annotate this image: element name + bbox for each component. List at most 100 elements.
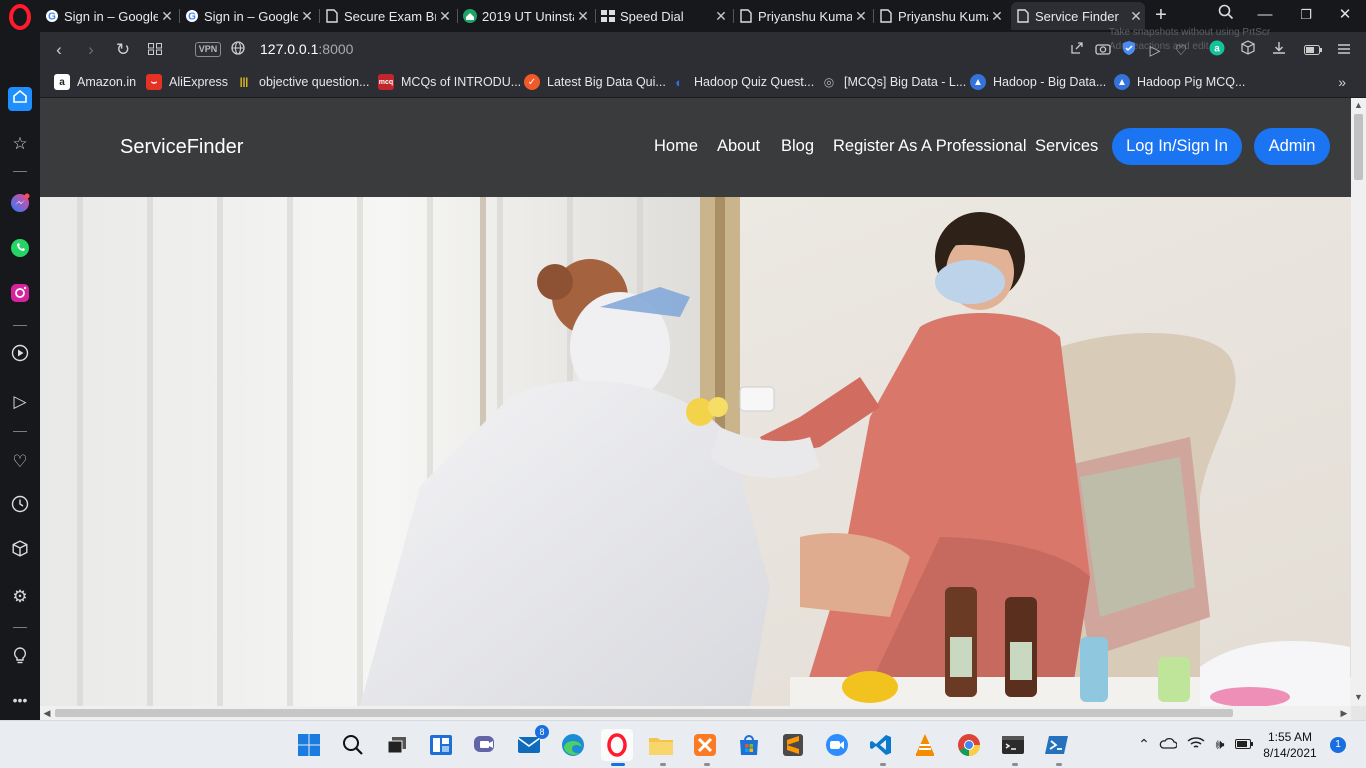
tab-1[interactable]: G Sign in – Google ✕ [184, 2, 316, 30]
close-icon[interactable]: ✕ [158, 8, 176, 25]
onedrive-cloud-icon[interactable] [1158, 736, 1178, 752]
flow-send-icon[interactable]: ▷ [8, 390, 32, 414]
easy-setup-menu-icon[interactable] [1334, 40, 1354, 60]
tab-0[interactable]: G Sign in – Google ✕ [44, 2, 176, 30]
tab-5[interactable]: Priyanshu Kuma ✕ [738, 2, 870, 30]
search-icon[interactable] [337, 729, 369, 761]
admin-button[interactable]: Admin [1254, 128, 1330, 165]
shield-icon[interactable] [1119, 40, 1139, 60]
lightbulb-icon[interactable] [8, 647, 32, 671]
vscode-icon[interactable] [865, 729, 897, 761]
scroll-down-icon[interactable]: ▼ [1351, 692, 1366, 706]
scroll-right-icon[interactable]: ▶ [1337, 706, 1351, 720]
chrome-icon[interactable] [953, 729, 985, 761]
messenger-icon[interactable] [8, 193, 32, 217]
grammarly-icon[interactable]: a [1207, 40, 1227, 60]
tab-2[interactable]: Secure Exam Bro ✕ [324, 2, 454, 30]
horizontal-scrollbar[interactable]: ◀ ▶ [40, 706, 1351, 720]
terminal-icon[interactable] [997, 729, 1029, 761]
system-clock[interactable]: 1:55 AM 8/14/2021 [1262, 729, 1318, 761]
more-dots-icon[interactable]: ••• [8, 688, 32, 712]
url-field[interactable]: 127.0.0.1:8000 [260, 41, 353, 57]
task-view-icon[interactable] [381, 729, 413, 761]
xampp-icon[interactable] [689, 729, 721, 761]
vpn-badge[interactable]: VPN [195, 42, 221, 57]
more-bookmarks-button[interactable]: » [1338, 74, 1346, 90]
forward-icon[interactable]: › [79, 38, 103, 62]
heart-icon[interactable]: ♡ [8, 450, 32, 474]
back-icon[interactable]: ‹ [47, 38, 71, 62]
cube-icon[interactable] [1238, 40, 1258, 60]
bookmark-6[interactable]: ◎ [MCQs] Big Data - L... [821, 74, 967, 90]
settings-gear-icon[interactable]: ⚙ [8, 585, 32, 609]
speed-dial-grid-icon[interactable] [143, 38, 167, 62]
close-icon[interactable]: ✕ [712, 8, 730, 25]
sublime-text-icon[interactable] [777, 729, 809, 761]
notification-badge[interactable]: 1 [1330, 737, 1346, 753]
camera-icon[interactable] [1093, 40, 1113, 60]
mail-icon[interactable]: 8 [513, 725, 549, 761]
opera-logo-icon[interactable] [6, 3, 34, 31]
volume-icon[interactable]: 🕪 [1210, 736, 1230, 753]
teams-chat-icon[interactable] [469, 729, 501, 761]
scroll-left-icon[interactable]: ◀ [40, 706, 54, 720]
scroll-up-icon[interactable]: ▲ [1351, 100, 1366, 114]
close-icon[interactable]: ✕ [988, 8, 1006, 25]
bookmark-5[interactable]: ◐ Hadoop Quiz Quest... [671, 74, 814, 90]
nav-register-professional[interactable]: Register As A Professional [833, 137, 1027, 156]
widgets-icon[interactable] [425, 729, 457, 761]
vertical-scrollbar[interactable]: ▲ ▼ [1351, 98, 1366, 706]
tab-4[interactable]: Speed Dial ✕ [600, 2, 730, 30]
reload-icon[interactable]: ↻ [111, 38, 135, 62]
window-close-icon[interactable]: ✕ [1333, 4, 1357, 26]
site-brand[interactable]: ServiceFinder [120, 136, 243, 159]
close-icon[interactable]: ✕ [574, 8, 592, 25]
nav-services[interactable]: Services [1035, 137, 1098, 156]
bookmark-3[interactable]: mcq MCQs of INTRODU... [378, 74, 521, 90]
whatsapp-icon[interactable] [8, 238, 32, 262]
send-icon[interactable]: ▷ [1145, 40, 1165, 60]
bookmark-7[interactable]: ▲ Hadoop - Big Data... [970, 74, 1106, 90]
close-icon[interactable]: ✕ [298, 8, 316, 25]
globe-icon[interactable] [226, 38, 250, 62]
download-icon[interactable] [1269, 40, 1289, 60]
nav-blog[interactable]: Blog [781, 137, 814, 156]
zoom-icon[interactable] [821, 729, 853, 761]
search-tabs-icon[interactable] [1214, 4, 1238, 26]
vertical-scroll-thumb[interactable] [1354, 114, 1363, 180]
player-icon[interactable] [8, 344, 32, 368]
history-clock-icon[interactable] [8, 495, 32, 519]
horizontal-scroll-thumb[interactable] [55, 709, 1233, 717]
close-icon[interactable]: ✕ [852, 8, 870, 25]
wifi-icon[interactable] [1186, 736, 1206, 753]
vlc-icon[interactable] [909, 729, 941, 761]
minimize-icon[interactable]: — [1253, 4, 1277, 26]
bookmark-0[interactable]: a Amazon.in [54, 74, 136, 90]
instagram-icon[interactable] [8, 283, 32, 307]
star-icon[interactable]: ☆ [8, 132, 32, 156]
microsoft-store-icon[interactable] [733, 729, 765, 761]
close-icon[interactable]: ✕ [1127, 8, 1145, 25]
edge-browser-icon[interactable] [557, 729, 589, 761]
restore-icon[interactable]: ❐ [1294, 4, 1318, 26]
close-icon[interactable]: ✕ [436, 8, 454, 25]
opera-taskbar-icon[interactable] [601, 729, 633, 761]
cube-icon[interactable] [8, 540, 32, 564]
share-icon[interactable] [1067, 40, 1087, 60]
battery-icon[interactable] [1234, 736, 1254, 752]
bookmark-4[interactable]: ✓ Latest Big Data Qui... [524, 74, 666, 90]
battery-saver-icon[interactable] [1303, 40, 1323, 60]
home-icon[interactable] [8, 87, 32, 111]
login-signin-button[interactable]: Log In/Sign In [1112, 128, 1242, 165]
nav-home[interactable]: Home [654, 137, 698, 156]
start-windows-icon[interactable] [293, 729, 325, 761]
file-explorer-icon[interactable] [645, 729, 677, 761]
bookmark-2[interactable]: ||| objective question... [236, 74, 370, 90]
nav-about[interactable]: About [717, 137, 760, 156]
bookmark-8[interactable]: ▲ Hadoop Pig MCQ... [1114, 74, 1245, 90]
show-hidden-icons-chevron-icon[interactable]: ⌃ [1134, 736, 1154, 753]
bookmark-1[interactable]: ⌣ AliExpress [146, 74, 228, 90]
tab-3[interactable]: 2019 UT Uninsta ✕ [462, 2, 592, 30]
heart-icon[interactable]: ♡ [1171, 40, 1191, 60]
new-tab-button[interactable]: + [1149, 4, 1173, 26]
